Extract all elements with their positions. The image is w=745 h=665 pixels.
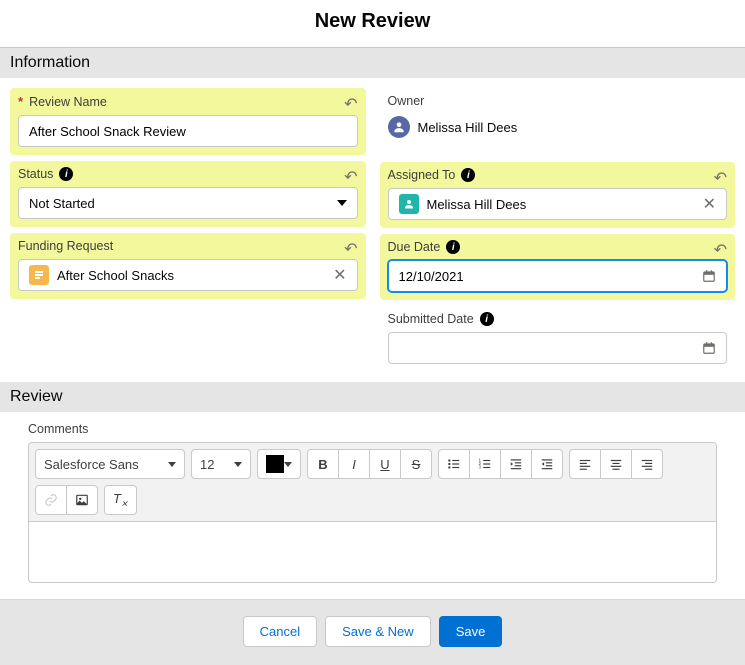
undo-icon[interactable]: ↶ xyxy=(344,167,357,187)
field-due-date: ↶ Due Date i xyxy=(380,234,736,300)
status-select[interactable]: Not Started xyxy=(18,187,358,219)
right-column: Owner Melissa Hill Dees ↶ Assigned To i … xyxy=(380,88,736,372)
insert-group xyxy=(35,485,98,515)
undo-icon[interactable]: ↶ xyxy=(344,239,357,259)
font-size-select[interactable]: 12 xyxy=(191,449,251,479)
field-owner: Owner Melissa Hill Dees xyxy=(380,88,736,156)
status-value: Not Started xyxy=(29,196,95,211)
contact-icon xyxy=(399,194,419,214)
align-group xyxy=(569,449,663,479)
undo-icon[interactable]: ↶ xyxy=(714,240,727,260)
funding-request-icon xyxy=(29,265,49,285)
footer: Cancel Save & New Save xyxy=(0,599,745,665)
label-row: Funding Request xyxy=(18,239,358,253)
status-label: Status xyxy=(18,167,53,181)
list-group: 123 xyxy=(438,449,563,479)
review-name-label: Review Name xyxy=(29,95,107,109)
comments-label: Comments xyxy=(28,422,717,436)
italic-button[interactable]: I xyxy=(338,449,370,479)
undo-icon[interactable]: ↶ xyxy=(344,94,357,114)
label-row: Status i xyxy=(18,167,358,181)
information-columns: ↶ * Review Name ↶ Status i Not Started ↶ xyxy=(0,78,745,382)
link-button[interactable] xyxy=(35,485,67,515)
section-review-header: Review xyxy=(0,382,745,412)
required-asterisk: * xyxy=(18,94,23,109)
submitted-date-text[interactable] xyxy=(399,341,703,356)
due-date-label: Due Date xyxy=(388,240,441,254)
align-right-button[interactable] xyxy=(631,449,663,479)
assigned-to-value: Melissa Hill Dees xyxy=(427,197,695,212)
review-name-text[interactable] xyxy=(29,124,347,139)
label-row: * Review Name xyxy=(18,94,358,109)
owner-value: Melissa Hill Dees xyxy=(418,120,518,135)
bold-button[interactable]: B xyxy=(307,449,339,479)
section-information-header: Information xyxy=(0,48,745,78)
save-button[interactable]: Save xyxy=(439,616,503,647)
chevron-down-icon xyxy=(168,462,176,467)
page-title: New Review xyxy=(0,0,745,47)
rich-text-editor: Salesforce Sans 12 B I U S xyxy=(28,442,717,583)
submitted-date-label: Submitted Date xyxy=(388,312,474,326)
label-row: Assigned To i xyxy=(388,168,728,182)
due-date-input[interactable] xyxy=(388,260,728,292)
label-row: Submitted Date i xyxy=(388,312,728,326)
funding-request-lookup[interactable]: After School Snacks ✕ xyxy=(18,259,358,291)
assigned-to-label: Assigned To xyxy=(388,168,456,182)
avatar xyxy=(388,116,410,138)
info-icon[interactable]: i xyxy=(446,240,460,254)
save-and-new-button[interactable]: Save & New xyxy=(325,616,431,647)
assigned-to-lookup[interactable]: Melissa Hill Dees ✕ xyxy=(388,188,728,220)
chevron-down-icon xyxy=(234,462,242,467)
rte-body[interactable] xyxy=(29,522,716,582)
chevron-down-icon xyxy=(337,200,347,206)
field-submitted-date: Submitted Date i xyxy=(380,306,736,372)
font-color-select[interactable] xyxy=(257,449,301,479)
rte-toolbar: Salesforce Sans 12 B I U S xyxy=(29,443,716,522)
field-review-name: ↶ * Review Name xyxy=(10,88,366,155)
strikethrough-button[interactable]: S xyxy=(400,449,432,479)
cancel-button[interactable]: Cancel xyxy=(243,616,317,647)
field-status: ↶ Status i Not Started xyxy=(10,161,366,227)
clear-icon[interactable]: ✕ xyxy=(333,265,346,285)
due-date-text[interactable] xyxy=(399,269,703,284)
align-center-button[interactable] xyxy=(600,449,632,479)
font-size-value: 12 xyxy=(200,457,214,472)
submitted-date-input[interactable] xyxy=(388,332,728,364)
chevron-down-icon xyxy=(284,462,292,467)
underline-button[interactable]: U xyxy=(369,449,401,479)
info-icon[interactable]: i xyxy=(461,168,475,182)
label-row: Owner xyxy=(388,94,728,108)
funding-request-value: After School Snacks xyxy=(57,268,325,283)
undo-icon[interactable]: ↶ xyxy=(714,168,727,188)
field-funding-request: ↶ Funding Request After School Snacks ✕ xyxy=(10,233,366,299)
indent-button[interactable] xyxy=(500,449,532,479)
owner-label: Owner xyxy=(388,94,425,108)
numbered-list-button[interactable]: 123 xyxy=(469,449,501,479)
clear-icon[interactable]: ✕ xyxy=(703,194,716,214)
calendar-icon[interactable] xyxy=(702,341,716,355)
review-name-input[interactable] xyxy=(18,115,358,147)
comments-wrap: Comments Salesforce Sans 12 B I U S xyxy=(0,412,745,599)
info-icon[interactable]: i xyxy=(59,167,73,181)
align-left-button[interactable] xyxy=(569,449,601,479)
field-assigned-to: ↶ Assigned To i Melissa Hill Dees ✕ xyxy=(380,162,736,228)
clear-formatting-button[interactable]: T✕ xyxy=(104,485,137,515)
text-style-group: B I U S xyxy=(307,449,432,479)
bullet-list-button[interactable] xyxy=(438,449,470,479)
left-column: ↶ * Review Name ↶ Status i Not Started ↶ xyxy=(10,88,366,372)
color-swatch-icon xyxy=(266,455,284,473)
outdent-button[interactable] xyxy=(531,449,563,479)
owner-row: Melissa Hill Dees xyxy=(388,114,728,148)
label-row: Due Date i xyxy=(388,240,728,254)
font-family-value: Salesforce Sans xyxy=(44,457,139,472)
info-icon[interactable]: i xyxy=(480,312,494,326)
funding-request-label: Funding Request xyxy=(18,239,113,253)
svg-text:3: 3 xyxy=(479,465,482,470)
font-family-select[interactable]: Salesforce Sans xyxy=(35,449,185,479)
calendar-icon[interactable] xyxy=(702,269,716,283)
image-button[interactable] xyxy=(66,485,98,515)
